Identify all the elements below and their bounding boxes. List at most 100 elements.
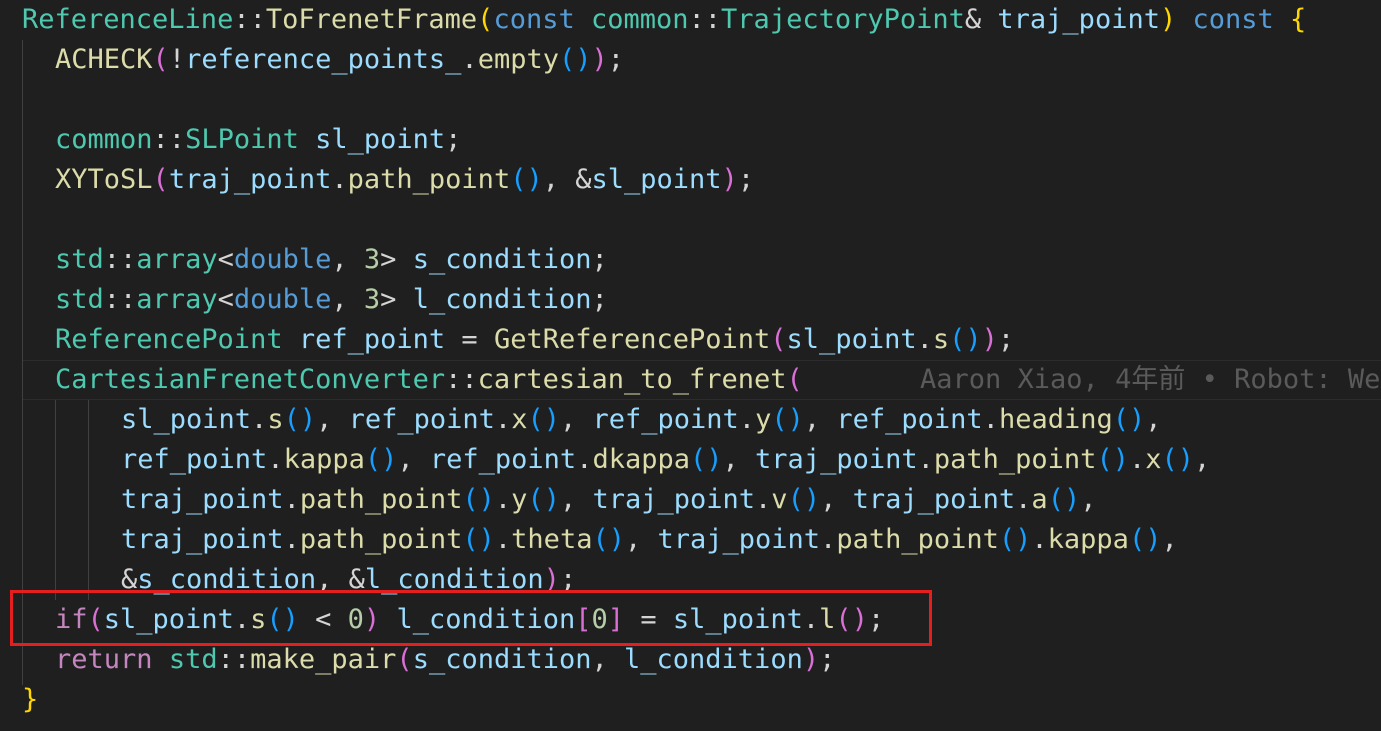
variable-token: traj_point [592, 484, 756, 515]
code-line[interactable]: XYToSL(traj_point.path_point(), &sl_poin… [0, 160, 1381, 200]
code-line-content: XYToSL(traj_point.path_point(), &sl_poin… [55, 160, 754, 200]
bracket-token: () [787, 484, 821, 515]
function-token: path_point [836, 524, 999, 555]
bracket-token: () [510, 164, 543, 195]
punctuation-token: . [283, 524, 300, 555]
punctuation-token: :: [445, 364, 478, 395]
type-token: array [136, 244, 218, 275]
code-line-content: sl_point.s(), ref_point.x(), ref_point.y… [121, 400, 1162, 440]
code-line[interactable] [0, 80, 1381, 120]
punctuation-token: . [251, 404, 268, 435]
function-token: x [1145, 444, 1162, 475]
punctuation-token: . [1031, 524, 1048, 555]
bracket-token: () [527, 484, 560, 515]
variable-token: l_condition [624, 644, 803, 675]
code-line[interactable]: std::array<double, 3> l_condition; [0, 280, 1381, 320]
code-line[interactable]: } [0, 680, 1381, 720]
punctuation-token: ; [591, 244, 608, 275]
control-keyword-token: return [55, 644, 153, 675]
variable-token: traj_point [657, 524, 821, 555]
punctuation-token: & [964, 4, 998, 35]
code-editor[interactable]: ReferenceLine::ToFrenetFrame(const commo… [0, 0, 1381, 731]
punctuation-token: ; [445, 124, 462, 155]
type-token: common [55, 124, 153, 155]
punctuation-token: :: [217, 644, 251, 675]
punctuation-token: . [267, 444, 284, 475]
bracket-token: ( [477, 4, 494, 35]
punctuation-token: :: [152, 124, 186, 155]
bracket-token: () [364, 444, 398, 475]
code-line[interactable]: CartesianFrenetConverter::cartesian_to_f… [0, 360, 1381, 400]
code-line[interactable]: common::SLPoint sl_point; [0, 120, 1381, 160]
type-token: array [136, 284, 218, 315]
bracket-token: ( [786, 364, 803, 395]
bracket-token: () [998, 524, 1032, 555]
bracket-token: ) [802, 644, 820, 675]
variable-token: traj_point [852, 484, 1016, 515]
punctuation-token [283, 324, 299, 355]
code-line[interactable]: sl_point.s(), ref_point.x(), ref_point.y… [0, 400, 1381, 440]
function-token: s [267, 404, 284, 435]
bracket-token: () [558, 44, 592, 75]
function-token: kappa [1047, 524, 1129, 555]
variable-token: traj_point [755, 444, 918, 475]
code-line[interactable]: traj_point.path_point().theta(), traj_po… [0, 520, 1381, 560]
punctuation-token: ; [607, 44, 625, 75]
type-token: common [590, 4, 689, 35]
function-token: make_pair [250, 644, 397, 675]
function-token: y [511, 484, 528, 515]
variable-token: sl_point [786, 324, 917, 355]
code-line[interactable]: ReferenceLine::ToFrenetFrame(const commo… [0, 0, 1381, 40]
variable-token: ref_point [121, 444, 268, 475]
code-line[interactable]: ref_point.kappa(), ref_point.dkappa(), t… [0, 440, 1381, 480]
punctuation-token [575, 4, 591, 35]
git-blame-annotation[interactable]: Aaron Xiao, 4年前 • Robot: We [920, 360, 1380, 400]
punctuation-token: . [820, 524, 837, 555]
punctuation-token: . [494, 404, 512, 435]
function-token: x [511, 404, 528, 435]
function-token: dkappa [592, 444, 691, 475]
punctuation-token: = [445, 324, 494, 355]
punctuation-token: , [1145, 404, 1162, 435]
punctuation-token: . [916, 324, 933, 355]
code-line-content: CartesianFrenetConverter::cartesian_to_f… [55, 360, 803, 400]
function-token: XYToSL [55, 164, 153, 195]
punctuation-token: > [380, 244, 413, 275]
punctuation-token: , [331, 284, 364, 315]
variable-token: reference_points_ [185, 44, 462, 75]
variable-token: traj_point [121, 484, 284, 515]
punctuation-token [1274, 4, 1290, 35]
variable-token: sl_point [591, 164, 722, 195]
variable-token: traj_point [168, 164, 332, 195]
code-line[interactable]: traj_point.path_point().y(), traj_point.… [0, 480, 1381, 520]
punctuation-token: , [559, 484, 593, 515]
code-line[interactable] [0, 200, 1381, 240]
bracket-token: ) [591, 44, 608, 75]
punctuation-token: . [982, 404, 999, 435]
punctuation-token: , [591, 644, 625, 675]
bracket-token: () [690, 444, 723, 475]
bracket-token: ( [152, 164, 169, 195]
punctuation-token: , [1080, 484, 1097, 515]
code-line[interactable]: ACHECK(!reference_points_.empty()); [0, 40, 1381, 80]
punctuation-token: :: [103, 244, 137, 275]
punctuation-token: ; [737, 164, 755, 195]
keyword-token: double [233, 244, 332, 275]
punctuation-token: ! [168, 44, 186, 75]
punctuation-token [1176, 4, 1192, 35]
code-line[interactable]: std::array<double, 3> s_condition; [0, 240, 1381, 280]
punctuation-token: :: [688, 4, 722, 35]
bracket-token: ( [396, 644, 413, 675]
function-token: path_point [299, 524, 463, 555]
code-line[interactable]: return std::make_pair(s_condition, l_con… [0, 640, 1381, 680]
keyword-token: const [493, 4, 575, 35]
type-token: std [55, 284, 104, 315]
variable-token: s_condition [412, 244, 592, 275]
code-line-content: return std::make_pair(s_condition, l_con… [55, 640, 835, 680]
punctuation-token: ; [997, 324, 1015, 355]
function-token: y [755, 404, 772, 435]
punctuation-token: < [217, 284, 234, 315]
variable-token: l_condition [412, 284, 592, 315]
punctuation-token [153, 644, 169, 675]
code-line[interactable]: ReferencePoint ref_point = GetReferenceP… [0, 320, 1381, 360]
